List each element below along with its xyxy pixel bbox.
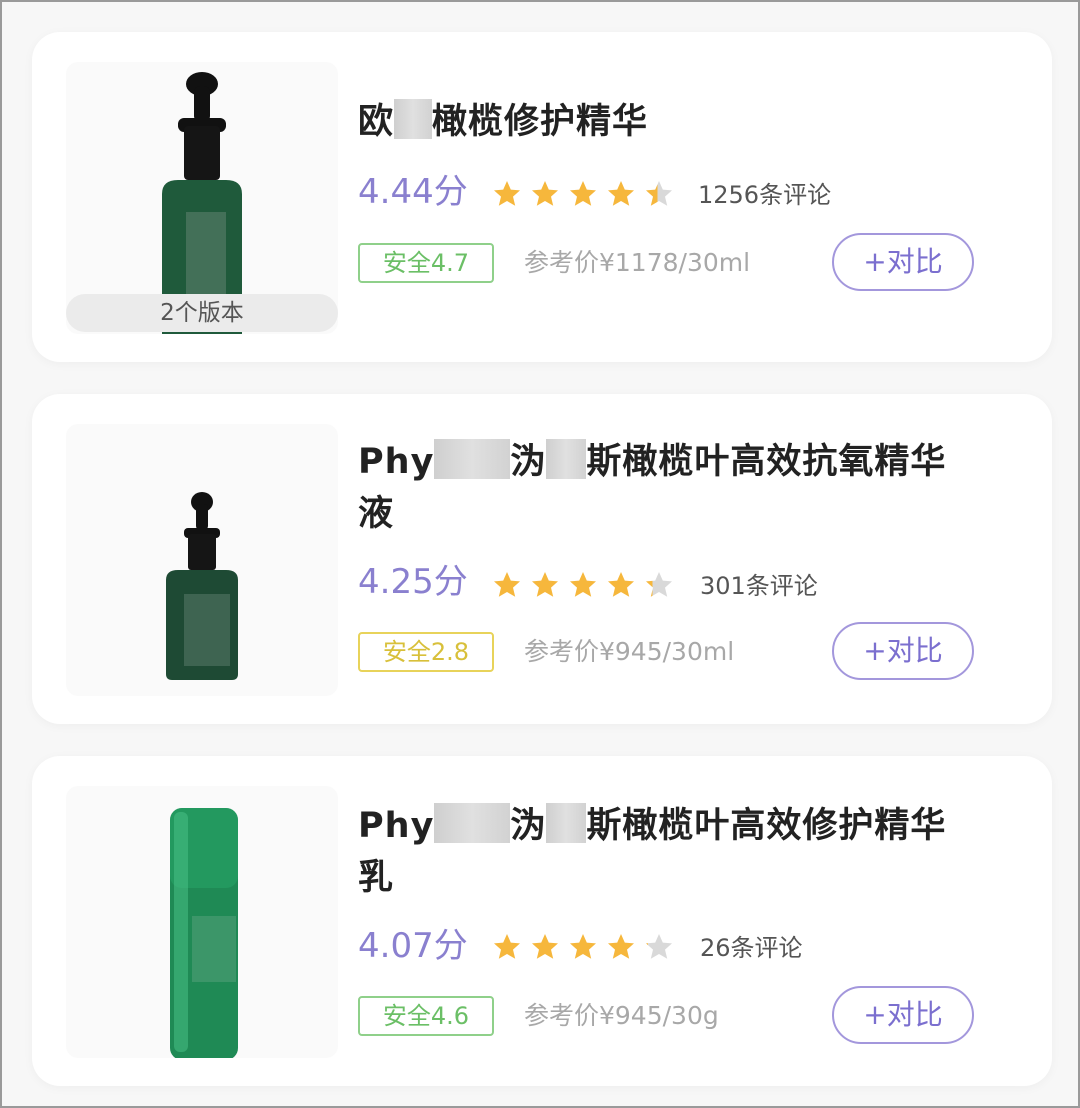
star-icon: [532, 181, 558, 206]
star-icon: [532, 572, 558, 597]
compare-button[interactable]: +对比: [832, 622, 974, 680]
star-icon: [646, 572, 672, 597]
product-card[interactable]: Phy 沩斯橄榄叶高效修护精华 乳 4.07分 26条评论 安全4.6 参考价¥9…: [32, 756, 1052, 1086]
reference-price: 参考价¥945/30g: [524, 1001, 719, 1030]
product-title[interactable]: 欧橄榄修护精华: [358, 96, 988, 148]
product-card[interactable]: Phy 沩斯橄榄叶高效抗氧精华 液 4.25分 301条评论 安全2.8 参考价¥…: [32, 394, 1052, 724]
star-icon: [646, 181, 672, 206]
rating-score: 4.44分: [358, 172, 468, 212]
review-count[interactable]: 301条评论: [700, 570, 818, 602]
reference-price: 参考价¥945/30ml: [524, 637, 735, 666]
rating-stars: [492, 932, 674, 962]
dropper-bottle-icon: [166, 492, 238, 680]
compare-button[interactable]: +对比: [832, 986, 974, 1044]
product-image[interactable]: [66, 424, 338, 696]
blurred-text: [434, 803, 511, 843]
star-icon: [570, 181, 596, 206]
star-icon: [494, 572, 520, 597]
safety-badge: 安全4.6: [358, 996, 494, 1036]
star-icon: [570, 572, 596, 597]
product-list: 2个版本 欧橄榄修护精华 4.44分 1256条评论 安全4.7 参考价¥117…: [0, 0, 1080, 1108]
versions-badge[interactable]: 2个版本: [66, 294, 338, 332]
star-icon: [646, 934, 672, 959]
star-icon: [494, 934, 520, 959]
star-icon: [608, 181, 634, 206]
safety-badge: 安全4.7: [358, 243, 494, 283]
star-icon: [532, 934, 558, 959]
product-title[interactable]: Phy 沩斯橄榄叶高效抗氧精华 液: [358, 436, 988, 540]
product-card[interactable]: 2个版本 欧橄榄修护精华 4.44分 1256条评论 安全4.7 参考价¥117…: [32, 32, 1052, 362]
star-icon: [608, 572, 634, 597]
compare-button[interactable]: +对比: [832, 233, 974, 291]
rating-score: 4.25分: [358, 562, 468, 602]
rating-score: 4.07分: [358, 926, 468, 966]
review-count[interactable]: 26条评论: [700, 932, 803, 964]
reference-price: 参考价¥1178/30ml: [524, 248, 751, 277]
product-title[interactable]: Phy 沩斯橄榄叶高效修护精华 乳: [358, 800, 988, 904]
safety-badge: 安全2.8: [358, 632, 494, 672]
rating-stars: [492, 570, 674, 600]
serum-tube-icon: [170, 808, 238, 1058]
blurred-text: [394, 99, 433, 139]
star-icon: [608, 934, 634, 959]
rating-stars: [492, 179, 674, 209]
review-count[interactable]: 1256条评论: [698, 179, 831, 211]
star-icon: [570, 934, 596, 959]
blurred-text: [546, 803, 587, 843]
blurred-text: [546, 439, 587, 479]
blurred-text: [434, 439, 511, 479]
star-icon: [494, 181, 520, 206]
product-image[interactable]: [66, 786, 338, 1058]
